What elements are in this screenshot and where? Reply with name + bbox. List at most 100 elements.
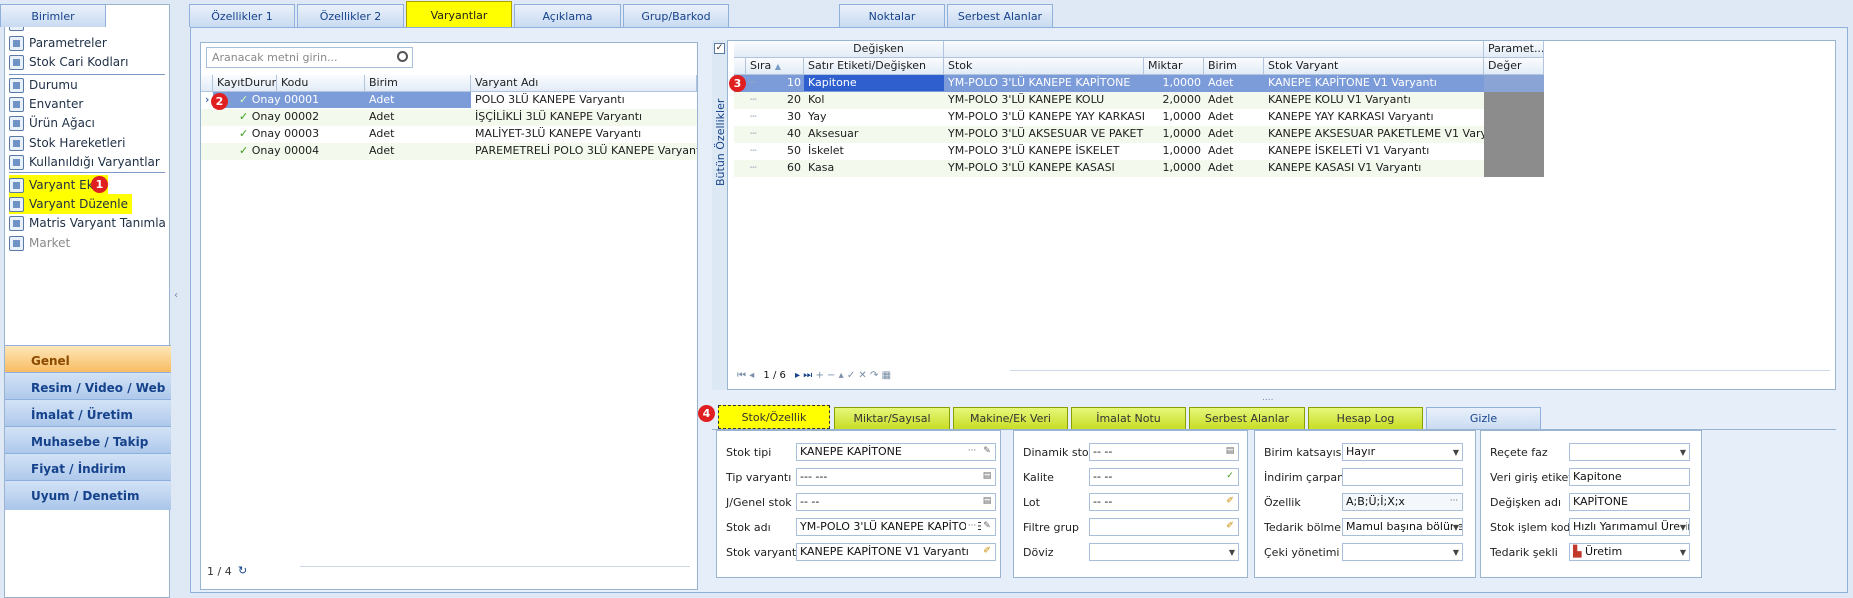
cell-deger[interactable] (1484, 160, 1544, 177)
chevron-down-icon[interactable]: ▼ (1680, 445, 1686, 460)
chevron-down-icon[interactable]: ▼ (1679, 520, 1686, 535)
tab-makine-ek-veri[interactable]: Makine/Ek Veri (953, 407, 1068, 429)
filter-icon[interactable]: ▦ (882, 370, 891, 381)
check-icon[interactable]: ✓ (1224, 471, 1236, 483)
cell-deger[interactable] (1484, 126, 1544, 143)
table-row[interactable]: ┄ 50 İskelet YM-POLO 3'LÜ KANEPE İSKELET 1,0… (734, 143, 1544, 160)
tab-hesap-log[interactable]: Hesap Log (1308, 407, 1423, 429)
nav-urun-agaci[interactable]: Ürün Ağacı (9, 113, 95, 133)
col-header-kodu[interactable]: Kodu (277, 75, 365, 92)
tab-stok-ozellik[interactable]: Stok/Özellik (718, 405, 830, 429)
group-imalat-uretim[interactable]: İmalat / Üretim (5, 399, 171, 429)
save-record-icon[interactable]: ✓ (847, 370, 855, 381)
table-row[interactable]: ✓ Onay 00003 Adet MALİYET-3LÜ KANEPE Var… (201, 126, 697, 143)
group-uyum-denetim[interactable]: Uyum / Denetim (5, 480, 171, 510)
refresh-icon[interactable]: ↻ (238, 564, 247, 577)
cancel-record-icon[interactable]: ✕ (858, 370, 866, 381)
pick-icon[interactable]: ✐ (981, 546, 993, 558)
col-header-kayitdurumu[interactable]: KayıtDurumu (213, 75, 277, 92)
stok-islem-kodu-select[interactable]: Hızlı Yarımamul Üretir ▼ (1569, 518, 1690, 536)
genel-stok-field[interactable]: -- -- ▤ (796, 493, 996, 511)
chevron-down-icon[interactable]: ▼ (1229, 545, 1235, 560)
edit-record-icon[interactable]: ▴ (839, 370, 844, 381)
nav-stok-hareketleri[interactable]: Stok Hareketleri (9, 133, 125, 153)
stok-varyanti-field[interactable]: KANEPE KAPİTONE V1 Varyantı ✐ (796, 543, 996, 561)
nav-kullanildigi-varyantlar[interactable]: Kullanıldığı Varyantlar (9, 152, 160, 172)
tab-ozellikler-2[interactable]: Özellikler 2 (297, 4, 404, 27)
delete-record-icon[interactable]: − (827, 370, 835, 381)
table-row[interactable]: › ✓ Onay 00001 Adet POLO 3LÜ KANEPE Vary… (201, 92, 697, 109)
next-record-icon[interactable]: ▸ (795, 370, 800, 381)
tab-imalat-notu[interactable]: İmalat Notu (1071, 407, 1186, 429)
tab-ozellikler-1[interactable]: Özellikler 1 (189, 4, 295, 27)
splitter-grip-icon[interactable]: .... (1262, 393, 1273, 403)
splitter-handle-icon[interactable]: ‹ (174, 290, 182, 310)
stok-tipi-field[interactable]: KANEPE KAPİTONE ··· ✎ (796, 443, 996, 461)
filtre-grup-field[interactable]: ✐ (1089, 518, 1239, 536)
edit-icon[interactable]: ✎ (981, 521, 993, 533)
right-grid-hscrollbar[interactable] (1010, 370, 1830, 380)
tab-gizle[interactable]: Gizle (1426, 407, 1541, 429)
lot-field[interactable]: -- -- ✐ (1089, 493, 1239, 511)
table-row[interactable]: ┄ 10 Kapitone YM-POLO 3'LÜ KANEPE KAPİTONE 1… (734, 75, 1544, 92)
indirim-carpani-field[interactable] (1342, 468, 1463, 486)
birim-katsayisi-select[interactable]: Hayır ▼ (1342, 443, 1463, 461)
last-record-icon[interactable]: ⏭ (803, 370, 812, 381)
nav-envanter[interactable]: Envanter (9, 94, 83, 114)
tab-serbest-alanlar[interactable]: Serbest Alanlar (947, 4, 1053, 27)
group-resim-video-web[interactable]: Resim / Video / Web (5, 372, 171, 402)
table-row[interactable]: ┄ 40 Aksesuar YM-POLO 3'LÜ AKSESUAR VE PAKE… (734, 126, 1544, 143)
tab-serbest-alanlar-bottom[interactable]: Serbest Alanlar (1189, 407, 1305, 429)
tab-birimler[interactable]: Birimler (0, 4, 106, 27)
recete-faz-select[interactable]: ▼ (1569, 443, 1690, 461)
dinamik-stok-field[interactable]: -- -- ▤ (1089, 443, 1239, 461)
col-header-birim[interactable]: Birim (365, 75, 471, 92)
chevron-down-icon[interactable]: ▼ (1452, 520, 1459, 535)
table-row[interactable]: ✓ Onay 00004 Adet PAREMETRELİ POLO 3LÜ K… (201, 143, 697, 160)
ellipsis-icon[interactable]: ··· (966, 521, 978, 533)
degisken-adi-field[interactable]: KAPİTONE (1569, 493, 1690, 511)
ellipsis-icon[interactable]: ··· (966, 446, 978, 458)
lookup-icon[interactable]: ▤ (981, 471, 993, 483)
group-fiyat-indirim[interactable]: Fiyat / İndirim (5, 453, 171, 483)
tab-varyantlar[interactable]: Varyantlar (406, 1, 512, 28)
tedarik-bolme-select[interactable]: Mamul başına bölüne ▼ (1342, 518, 1463, 536)
ceki-yonetimi-select[interactable]: ▼ (1342, 543, 1463, 561)
pick-icon[interactable]: ✐ (1224, 496, 1236, 508)
first-record-icon[interactable]: ⏮ (737, 370, 746, 381)
cell-deger[interactable] (1484, 143, 1544, 160)
tab-aciklama[interactable]: Açıklama (514, 4, 621, 27)
group-muhasebe-takip[interactable]: Muhasebe / Takip (5, 426, 171, 456)
ozellik-field[interactable]: A;B;Ü;İ;X;x ··· (1342, 493, 1463, 511)
col-header-miktar[interactable]: Miktar (1144, 58, 1204, 75)
tab-miktar-sayisal[interactable]: Miktar/Sayısal (834, 407, 950, 429)
cell-deger[interactable] (1484, 109, 1544, 126)
edit-icon[interactable]: ✎ (981, 446, 993, 458)
all-properties-vertical-tab[interactable]: ✓ Bütün Özellikler (712, 40, 728, 390)
select-all-checkbox[interactable]: ✓ (714, 43, 725, 54)
chevron-down-icon[interactable]: ▼ (1453, 545, 1459, 560)
tab-grup-barkod[interactable]: Grup/Barkod (623, 4, 729, 27)
nav-parametreler[interactable]: Parametreler (9, 33, 107, 53)
nav-matris-varyant-tanimla[interactable]: Matris Varyant Tanımla (9, 213, 166, 233)
nav-varyant-duzenle[interactable]: Varyant Düzenle (9, 194, 132, 214)
prev-page-icon[interactable]: ◂ (749, 370, 754, 381)
navigator-bar[interactable]: ⏮ ◂ 1 / 6 ▸ ⏭ + − ▴ ✓ ✕ ↷ ▦ (737, 370, 952, 384)
add-record-icon[interactable]: + (815, 370, 823, 381)
cell-deger[interactable] (1484, 75, 1544, 92)
nav-market[interactable]: Market (9, 233, 70, 253)
col-header-satir-etiketi[interactable]: Satır Etiketi/Değişken (804, 58, 944, 75)
nav-stok-cari-kodlari[interactable]: Stok Cari Kodları (9, 52, 128, 72)
search-input[interactable]: Aranacak metni girin... (206, 47, 413, 68)
col-header-varyant-adi[interactable]: Varyant Adı (471, 75, 697, 92)
table-row[interactable]: ✓ Onay 00002 Adet İŞÇİLİKLİ 3LÜ KANEPE V… (201, 109, 697, 126)
col-header-deger[interactable]: Değer (1484, 58, 1544, 75)
search-icon[interactable] (397, 51, 408, 62)
cell-deger[interactable] (1484, 92, 1544, 109)
table-row[interactable]: ┄ 60 Kasa YM-POLO 3'LÜ KANEPE KASASI 1,0000 A… (734, 160, 1544, 177)
chevron-down-icon[interactable]: ▼ (1680, 545, 1686, 560)
pick-icon[interactable]: ✐ (1224, 521, 1236, 533)
col-header-stok[interactable]: Stok (944, 58, 1144, 75)
table-row[interactable]: ┄ 30 Yay YM-POLO 3'LÜ KANEPE YAY KARKASI 1,0… (734, 109, 1544, 126)
stok-adi-field[interactable]: YM-POLO 3'LÜ KANEPE KAPİTONE ··· ✎ (796, 518, 996, 536)
